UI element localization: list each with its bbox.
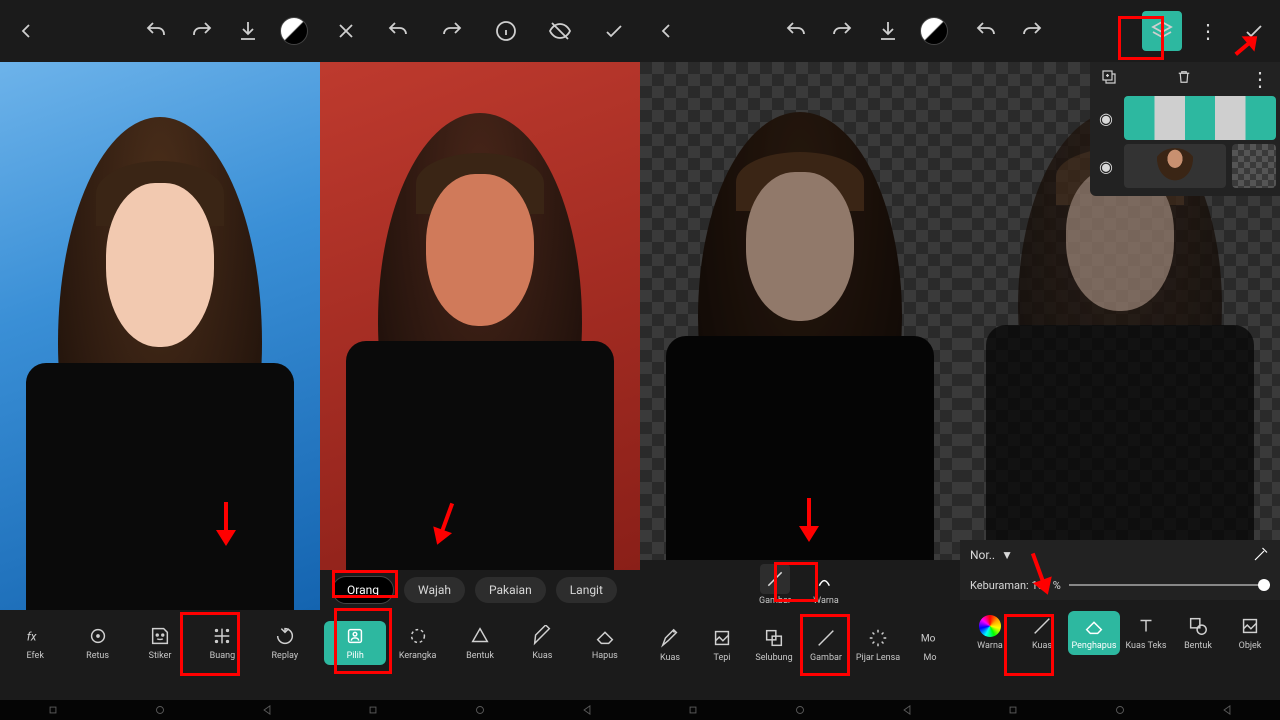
svg-text:fx: fx: [27, 630, 37, 644]
tool-stiker[interactable]: Stiker: [129, 621, 191, 665]
editor-canvas[interactable]: [320, 62, 640, 570]
tool-kuas[interactable]: Kuas: [644, 623, 696, 667]
tool-label: Penghapus: [1072, 641, 1117, 651]
mini-gambar[interactable]: Gambar: [759, 564, 791, 606]
tool-label: Pijar Lensa: [856, 653, 900, 663]
opacity-label: Keburaman: 100 %: [970, 579, 1061, 592]
tool-warna[interactable]: Warna: [964, 611, 1016, 655]
chip-langit[interactable]: Langit: [556, 577, 617, 603]
tool-penghapus[interactable]: Penghapus: [1068, 611, 1120, 655]
tool-replay[interactable]: Replay: [254, 621, 316, 665]
tool-label: Objek: [1239, 641, 1262, 651]
redo-icon[interactable]: [432, 11, 472, 51]
tool-label: Tepi: [714, 653, 731, 663]
tool-label: Kuas Teks: [1125, 641, 1166, 651]
tool-label: Replay: [272, 651, 299, 661]
delete-layer-icon[interactable]: [1175, 68, 1193, 90]
check-icon[interactable]: [594, 11, 634, 51]
tool-objek[interactable]: Objek: [1224, 611, 1276, 655]
tool-buang[interactable]: Buang: [191, 621, 253, 665]
tool-label: Kerangka: [399, 651, 437, 661]
svg-text:Mo: Mo: [921, 634, 936, 645]
mini-warna[interactable]: Warna: [811, 564, 841, 606]
color-wheel-icon: [979, 615, 1001, 637]
info-icon[interactable]: [486, 11, 526, 51]
tool-selubung[interactable]: Selubung: [748, 623, 800, 667]
android-navbar: [0, 700, 320, 720]
tool-label: Mo: [924, 653, 937, 663]
add-layer-icon[interactable]: [1100, 68, 1118, 90]
blend-label: Nor..: [970, 548, 995, 562]
tool-pilih[interactable]: Pilih: [324, 621, 386, 665]
tool-pijar[interactable]: Pijar Lensa: [852, 623, 904, 667]
tool-kuasteks[interactable]: Kuas Teks: [1120, 611, 1172, 655]
download-icon[interactable]: [228, 11, 268, 51]
tool-label: Bentuk: [1184, 641, 1212, 651]
tool-kerangka[interactable]: Kerangka: [386, 621, 448, 665]
tool-label: Gambar: [759, 596, 791, 606]
android-navbar: [640, 700, 960, 720]
chevron-down-icon: ▼: [1001, 548, 1013, 562]
tool-label: Kuas: [1032, 641, 1052, 651]
more-icon[interactable]: ⋮: [1250, 69, 1270, 89]
tool-label: Stiker: [149, 651, 172, 661]
tool-label: Retus: [86, 651, 109, 661]
tool-bentuk[interactable]: Bentuk: [1172, 611, 1224, 655]
tool-efek[interactable]: fx Efek: [4, 621, 66, 665]
tool-label: Kuas: [660, 653, 680, 663]
undo-icon[interactable]: [966, 11, 1006, 51]
tool-retus[interactable]: Retus: [66, 621, 128, 665]
redo-icon[interactable]: [822, 11, 862, 51]
chip-wajah[interactable]: Wajah: [404, 577, 465, 603]
tool-label: Warna: [977, 641, 1003, 651]
back-icon[interactable]: [6, 11, 46, 51]
tool-mode[interactable]: Mo Mo: [904, 623, 956, 667]
tool-label: Efek: [27, 651, 44, 661]
tool-label: Warna: [813, 596, 839, 606]
android-navbar: [320, 700, 640, 720]
layer-row[interactable]: ◉: [1094, 96, 1276, 140]
tool-label: Buang: [210, 651, 236, 661]
redo-icon[interactable]: [1012, 11, 1052, 51]
tool-kuas[interactable]: Kuas: [1016, 611, 1068, 655]
tool-label: Kuas: [532, 651, 552, 661]
logo-icon[interactable]: [274, 11, 314, 51]
tool-kuas[interactable]: Kuas: [511, 621, 573, 665]
download-icon[interactable]: [868, 11, 908, 51]
eye-icon[interactable]: ◉: [1094, 157, 1118, 176]
tool-bentuk[interactable]: Bentuk: [449, 621, 511, 665]
tool-label: Gambar: [810, 653, 842, 663]
chip-pakaian[interactable]: Pakaian: [475, 577, 546, 603]
undo-icon[interactable]: [776, 11, 816, 51]
tool-label: Selubung: [755, 653, 792, 663]
more-icon[interactable]: ⋮: [1188, 11, 1228, 51]
tool-tepi[interactable]: Tepi: [696, 623, 748, 667]
redo-icon[interactable]: [182, 11, 222, 51]
blend-mode-dropdown[interactable]: Nor.. ▼: [970, 548, 1013, 562]
undo-icon[interactable]: [136, 11, 176, 51]
tool-gambar[interactable]: Gambar: [800, 623, 852, 667]
chip-orang[interactable]: Orang: [332, 576, 394, 604]
tool-label: Bentuk: [466, 651, 494, 661]
opacity-slider[interactable]: [1069, 584, 1270, 586]
check-icon[interactable]: [1234, 11, 1274, 51]
eye-icon[interactable]: ◉: [1094, 109, 1118, 128]
layers-panel[interactable]: ⋮ ◉ ◉: [1090, 62, 1280, 196]
close-icon[interactable]: [326, 11, 366, 51]
magic-icon[interactable]: [1252, 545, 1270, 566]
layers-icon[interactable]: [1142, 11, 1182, 51]
back-icon[interactable]: [646, 11, 686, 51]
editor-canvas[interactable]: [640, 62, 960, 560]
logo-icon[interactable]: [914, 11, 954, 51]
tool-label: Hapus: [592, 651, 618, 661]
undo-icon[interactable]: [378, 11, 418, 51]
preview-icon[interactable]: [540, 11, 580, 51]
editor-canvas[interactable]: [0, 62, 320, 610]
layer-row[interactable]: ◉: [1094, 144, 1276, 188]
tool-label: Pilih: [347, 651, 364, 661]
tool-hapus[interactable]: Hapus: [574, 621, 636, 665]
android-navbar: [960, 700, 1280, 720]
